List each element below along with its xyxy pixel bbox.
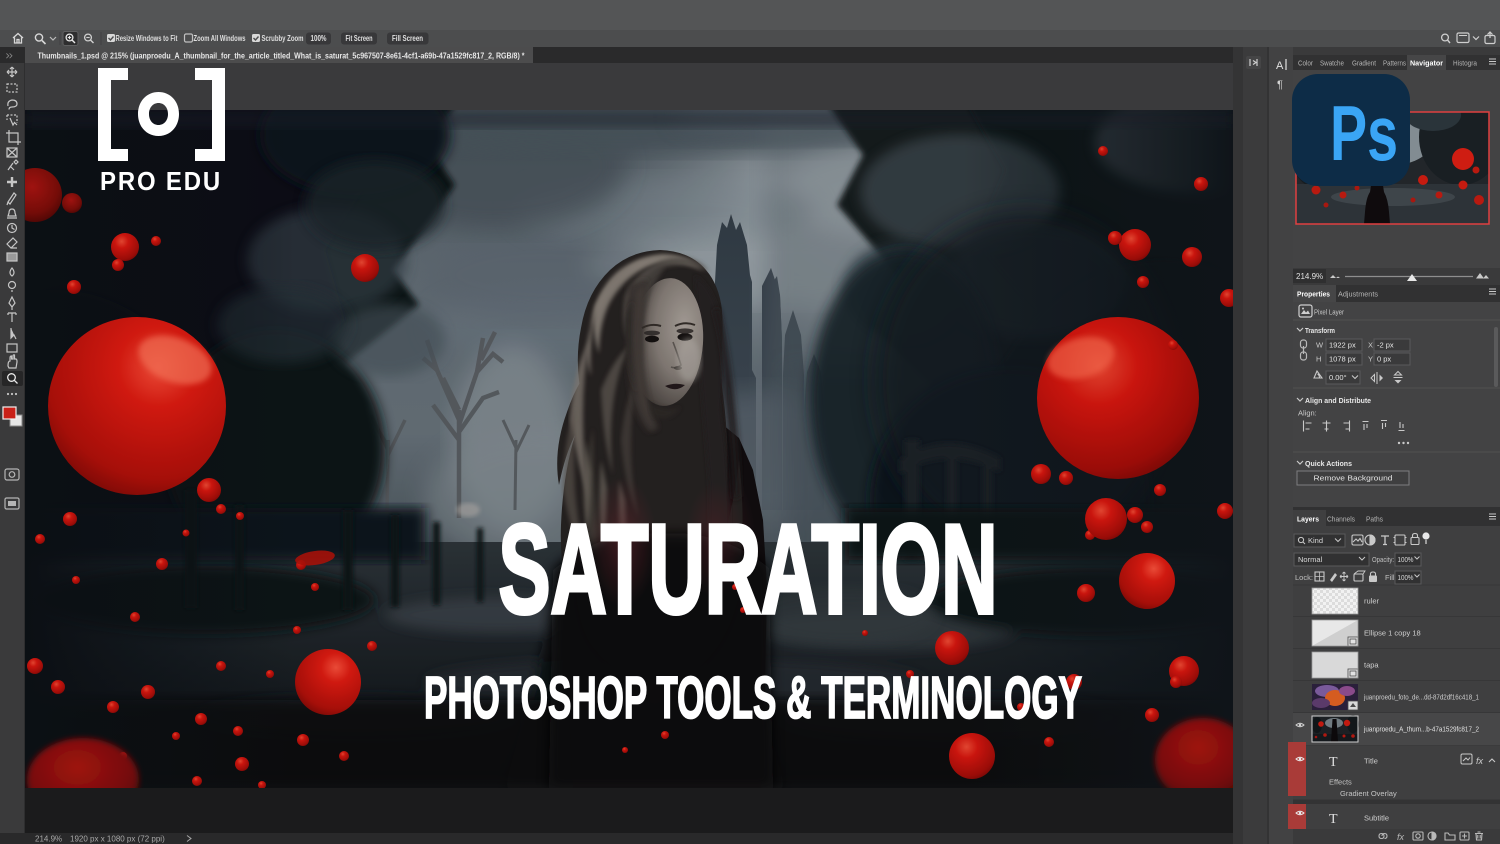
svg-text:1922 px: 1922 px [1329, 341, 1356, 350]
svg-text:Zoom All Windows: Zoom All Windows [194, 34, 246, 43]
svg-text:tapa: tapa [1364, 661, 1379, 670]
svg-text:Fit Screen: Fit Screen [346, 34, 373, 43]
svg-text:juanproedu_foto_de...dd-87d2df: juanproedu_foto_de...dd-87d2df16c418_1 [1363, 693, 1479, 702]
svg-text:214.9%: 214.9% [1296, 272, 1323, 281]
svg-text:fx: fx [1476, 756, 1484, 766]
svg-text:Patterns: Patterns [1383, 59, 1406, 68]
svg-text:Thumbnails_1.psd @ 215% (juanp: Thumbnails_1.psd @ 215% (juanproedu_A_th… [38, 51, 526, 61]
svg-text:Channels: Channels [1327, 515, 1355, 524]
svg-text:A: A [1276, 60, 1284, 72]
svg-text:Histogra: Histogra [1453, 59, 1478, 68]
svg-text:Quick Actions: Quick Actions [1305, 459, 1352, 468]
svg-text:Paths: Paths [1366, 515, 1383, 524]
svg-text:Align and Distribute: Align and Distribute [1305, 396, 1371, 405]
svg-text:Kind: Kind [1308, 536, 1323, 545]
svg-text:-2 px: -2 px [1377, 341, 1394, 350]
svg-text:Gradient: Gradient [1352, 59, 1377, 68]
svg-text:H: H [1316, 355, 1321, 364]
svg-text:100%: 100% [1398, 573, 1414, 582]
svg-text:Subtitle: Subtitle [1364, 814, 1389, 823]
svg-text:fx: fx [1397, 832, 1405, 842]
svg-text:100%: 100% [311, 34, 327, 43]
svg-text:Transform: Transform [1305, 326, 1335, 335]
svg-text:100%: 100% [1398, 555, 1414, 564]
svg-text:X: X [1368, 341, 1373, 350]
svg-text:Title: Title [1364, 757, 1378, 766]
svg-text:214.9%: 214.9% [35, 835, 62, 844]
svg-text:Remove Background: Remove Background [1314, 474, 1393, 483]
svg-text:PHOTOSHOP TOOLS & TERMINOLOGY: PHOTOSHOP TOOLS & TERMINOLOGY [424, 665, 1082, 731]
svg-text:Scrubby Zoom: Scrubby Zoom [262, 34, 304, 43]
svg-text:1078 px: 1078 px [1329, 355, 1356, 364]
svg-text:Properties: Properties [1297, 290, 1330, 299]
svg-text:Effects: Effects [1329, 778, 1352, 787]
svg-text:Y: Y [1368, 355, 1373, 364]
svg-text:Navigator: Navigator [1410, 59, 1443, 68]
svg-text:Ellipse 1 copy 18: Ellipse 1 copy 18 [1364, 629, 1421, 638]
svg-text:Resize Windows to Fit: Resize Windows to Fit [116, 34, 178, 43]
svg-text:0 px: 0 px [1377, 355, 1391, 364]
svg-text:Layers: Layers [1297, 515, 1319, 524]
svg-text:ruler: ruler [1364, 597, 1380, 606]
svg-text:0.00°: 0.00° [1329, 373, 1347, 382]
svg-text:Normal: Normal [1298, 555, 1323, 564]
svg-text:W: W [1316, 341, 1324, 350]
svg-text:Align:: Align: [1298, 409, 1317, 418]
svg-text:Fill Screen: Fill Screen [392, 34, 423, 43]
svg-text:Lock:: Lock: [1295, 573, 1313, 582]
svg-text:Adjustments: Adjustments [1338, 290, 1378, 299]
svg-text:SATURATION: SATURATION [499, 498, 998, 640]
svg-text:Opacity:: Opacity: [1372, 555, 1394, 564]
svg-text:T: T [1329, 812, 1338, 827]
svg-text:Pixel Layer: Pixel Layer [1314, 308, 1344, 317]
svg-text:¶: ¶ [1277, 79, 1283, 91]
svg-text:1920 px x 1080 px (72 ppi): 1920 px x 1080 px (72 ppi) [70, 835, 165, 844]
svg-text:juanproedu_A_thum...b-47a1529f: juanproedu_A_thum...b-47a1529fc817_2 [1363, 725, 1479, 734]
svg-text:Color: Color [1298, 59, 1313, 68]
svg-text:Swatche: Swatche [1320, 59, 1344, 68]
svg-text:Gradient Overlay: Gradient Overlay [1340, 789, 1397, 798]
svg-text:T: T [1329, 755, 1338, 770]
